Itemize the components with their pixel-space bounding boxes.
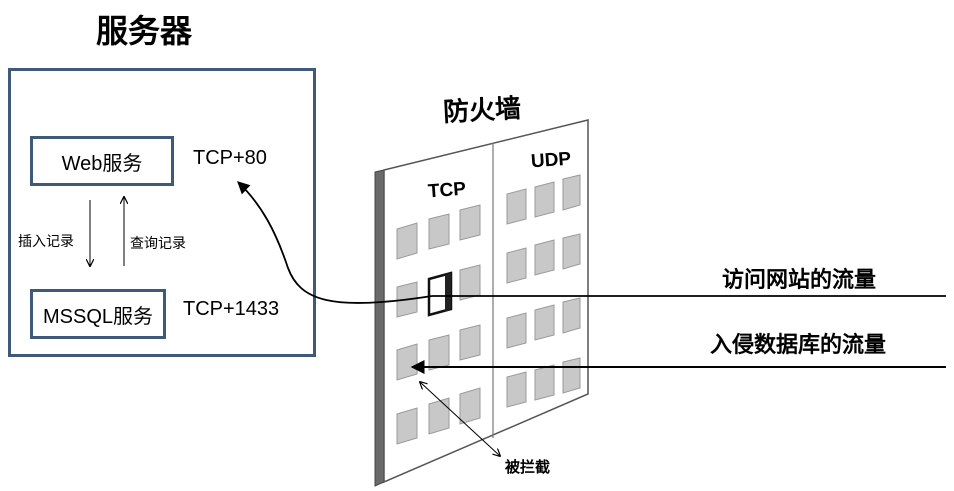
blocked-label: 被拦截 [505, 458, 551, 476]
udp-label: UDP [530, 148, 572, 173]
open-port-window [427, 271, 453, 317]
web-traffic-label: 访问网站的流量 [722, 268, 877, 293]
firewall-side-edge [374, 169, 385, 487]
diagram-canvas [0, 119, 946, 487]
firewall-title: 防火墙 [442, 93, 522, 129]
tcp-label: TCP [427, 178, 467, 203]
attack-traffic-label: 入侵数据库的流量 [710, 333, 887, 358]
